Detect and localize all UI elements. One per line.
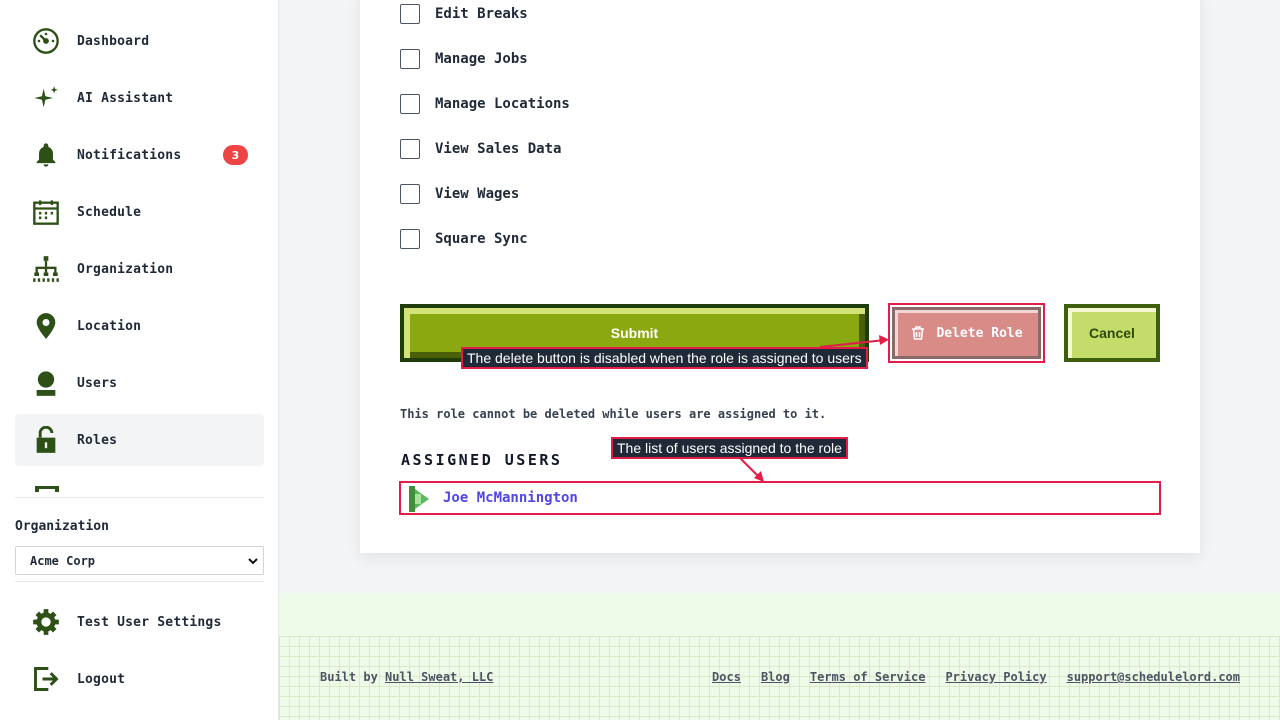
permission-label: Edit Breaks — [435, 6, 528, 22]
callout-delete-disabled: The delete button is disabled when the r… — [461, 347, 868, 369]
permission-label: View Sales Data — [435, 141, 562, 157]
footer-credit-link[interactable]: Null Sweat, LLC — [385, 670, 493, 684]
play-icon — [409, 486, 429, 512]
chevron-down-icon — [248, 558, 258, 565]
footer-credit: Built by Null Sweat, LLC — [320, 670, 493, 684]
permission-label: Square Sync — [435, 231, 528, 247]
permission-checkbox[interactable] — [400, 49, 420, 69]
calendar-icon — [31, 197, 61, 227]
map-pin-icon — [31, 311, 61, 341]
unlock-icon — [31, 425, 61, 455]
org-chart-icon — [31, 254, 61, 284]
permission-label: Manage Jobs — [435, 51, 528, 67]
dashboard-icon — [31, 26, 61, 56]
permission-label: Manage Locations — [435, 96, 570, 112]
logout-icon — [31, 664, 61, 694]
organization-select-value: Acme Corp — [30, 553, 96, 568]
permission-row-edit-breaks[interactable]: Edit Breaks — [400, 3, 528, 25]
sidebar-item-test-user-settings[interactable]: Test User Settings — [15, 596, 264, 648]
delete-role-button-inner: Delete Role — [892, 307, 1041, 359]
sidebar-item-label: Dashboard — [77, 33, 150, 49]
gear-icon — [31, 607, 61, 637]
organization-label: Organization — [15, 519, 109, 534]
role-edit-card — [360, 0, 1200, 553]
sidebar-item-logout[interactable]: Logout — [15, 653, 264, 705]
cancel-button[interactable]: Cancel — [1064, 304, 1160, 362]
delete-role-button: Delete Role — [888, 303, 1045, 363]
sidebar-item-ai-assistant[interactable]: AI Assistant — [15, 72, 264, 124]
footer-link-terms[interactable]: Terms of Service — [810, 670, 926, 684]
delete-disabled-note: This role cannot be deleted while users … — [400, 407, 827, 421]
sidebar-item-label: Users — [77, 375, 118, 391]
trash-icon — [912, 326, 925, 340]
permission-checkbox[interactable] — [400, 94, 420, 114]
sidebar-item-label: Location — [77, 318, 142, 334]
sidebar-item-label: Logout — [77, 671, 126, 687]
divider — [15, 497, 264, 498]
sidebar-item-users[interactable]: Users — [15, 357, 264, 409]
list-item[interactable]: Joe McMannington — [399, 481, 1161, 515]
notification-count-badge: 3 — [223, 145, 248, 165]
sidebar-item-roles[interactable]: Roles — [15, 414, 264, 466]
sidebar-item-label: Roles — [77, 432, 118, 448]
sidebar-item-label: Test User Settings — [77, 614, 222, 630]
sidebar-item-label: AI Assistant — [77, 90, 174, 106]
delete-role-label: Delete Role — [936, 325, 1023, 341]
sidebar-item-label: Organization — [77, 261, 174, 277]
footer-link-blog[interactable]: Blog — [761, 670, 790, 684]
organization-select[interactable]: Acme Corp — [15, 546, 264, 575]
assigned-users-heading: ASSIGNED USERS — [401, 451, 563, 469]
sidebar-item-organization[interactable]: Organization — [15, 243, 264, 295]
divider — [15, 581, 264, 582]
footer-link-privacy[interactable]: Privacy Policy — [945, 670, 1046, 684]
sparkle-icon — [31, 83, 61, 113]
assigned-user-link[interactable]: Joe McMannington — [443, 490, 578, 506]
bell-icon — [31, 140, 61, 170]
footer-link-support-email[interactable]: support@schedulelord.com — [1067, 670, 1240, 684]
sidebar-item-label: Schedule — [77, 204, 142, 220]
callout-users-list: The list of users assigned to the role — [611, 437, 848, 459]
sidebar: Dashboard AI Assistant Notifications 3 S… — [0, 0, 279, 720]
footer-links: Docs Blog Terms of Service Privacy Polic… — [712, 670, 1240, 684]
permission-row-view-sales-data[interactable]: View Sales Data — [400, 138, 561, 160]
permission-checkbox[interactable] — [400, 184, 420, 204]
permission-checkbox[interactable] — [400, 139, 420, 159]
footer-link-docs[interactable]: Docs — [712, 670, 741, 684]
sidebar-item-location[interactable]: Location — [15, 300, 264, 352]
sidebar-item-dashboard[interactable]: Dashboard — [15, 15, 264, 67]
footer-credit-prefix: Built by — [320, 670, 378, 684]
user-icon — [31, 368, 61, 398]
permission-checkbox[interactable] — [400, 229, 420, 249]
sidebar-item-label: Notifications — [77, 147, 182, 163]
permission-label: View Wages — [435, 186, 520, 202]
permission-row-view-wages[interactable]: View Wages — [400, 183, 519, 205]
permission-row-manage-locations[interactable]: Manage Locations — [400, 93, 570, 115]
permission-row-square-sync[interactable]: Square Sync — [400, 228, 528, 250]
sidebar-scroll-overflow — [15, 486, 264, 492]
sidebar-item-schedule[interactable]: Schedule — [15, 186, 264, 238]
permission-row-manage-jobs[interactable]: Manage Jobs — [400, 48, 528, 70]
sidebar-item-notifications[interactable]: Notifications 3 — [15, 129, 264, 181]
permission-checkbox[interactable] — [400, 4, 420, 24]
